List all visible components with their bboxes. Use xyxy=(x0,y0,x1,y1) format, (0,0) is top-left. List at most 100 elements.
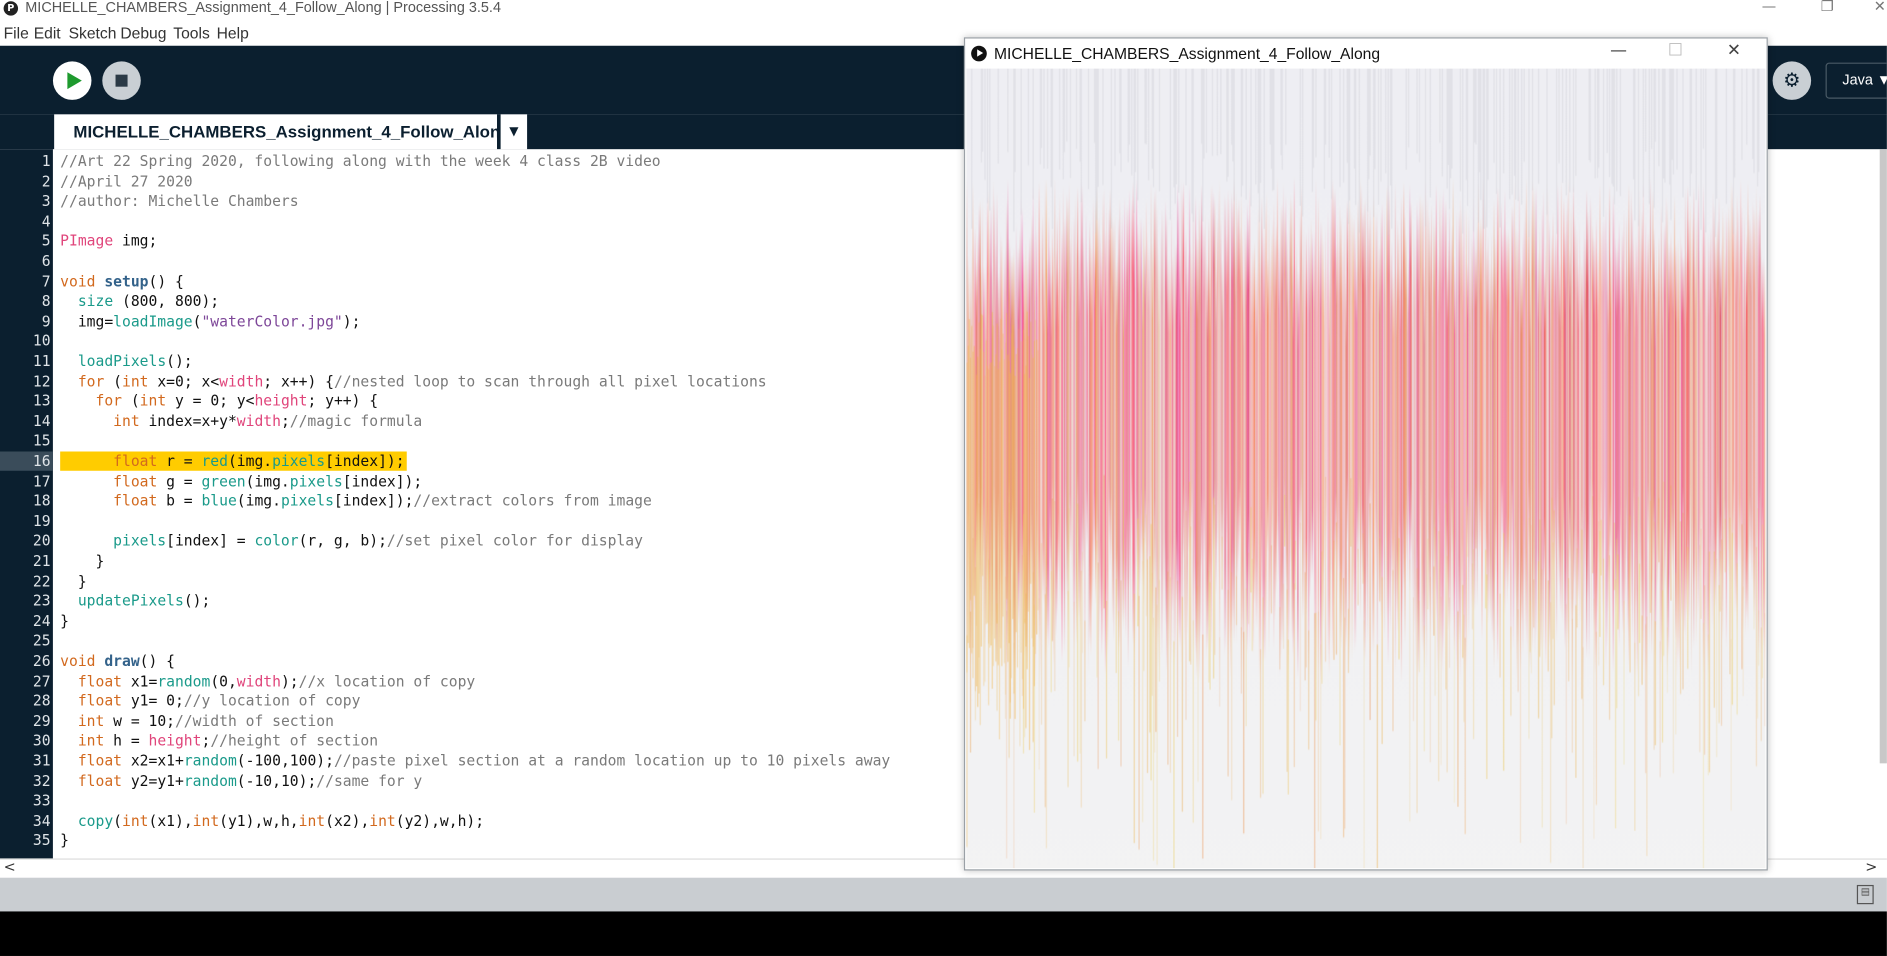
window-title: MICHELLE_CHAMBERS_Assignment_4_Follow_Al… xyxy=(25,0,501,16)
code-text: int h = height;//height of section xyxy=(77,732,379,750)
line-number: 3 xyxy=(41,192,51,210)
code-text: loadPixels(); xyxy=(77,352,193,370)
sketch-maximize-button[interactable]: ☐ xyxy=(1668,41,1683,60)
watercolor-glitch-canvas[interactable] xyxy=(966,68,1766,869)
line-number: 12 xyxy=(32,372,51,390)
menu-debug[interactable]: Debug xyxy=(120,24,166,42)
code-text: float y1= 0;//y location of copy xyxy=(77,692,361,710)
code-text: copy(int(x1),int(y1),w,h,int(x2),int(y2)… xyxy=(77,812,485,830)
line-number: 1 xyxy=(41,152,51,170)
menu-file[interactable]: File xyxy=(4,24,29,42)
sketch-window-title: MICHELLE_CHAMBERS_Assignment_4_Follow_Al… xyxy=(994,44,1381,63)
sketch-minimize-button[interactable]: — xyxy=(1610,41,1627,60)
line-number: 28 xyxy=(32,692,51,710)
code-text: PImage img; xyxy=(60,232,158,250)
line-number: 18 xyxy=(32,492,51,510)
tab-menu-button[interactable]: ▼ xyxy=(500,114,528,150)
line-number: 26 xyxy=(32,652,51,670)
code-text: void draw() { xyxy=(60,652,176,670)
code-text: size (800, 800); xyxy=(77,292,220,310)
status-bar: ▤ xyxy=(0,877,1887,912)
code-text: float g = green(img.pixels[index]); xyxy=(113,472,423,490)
line-number: 16 xyxy=(32,452,51,470)
code-text: int w = 10;//width of section xyxy=(77,712,334,730)
line-number: 7 xyxy=(41,272,51,290)
code-text: float x1=random(0,width);//x location of… xyxy=(77,672,476,690)
code-text: for (int y = 0; y<height; y++) { xyxy=(95,392,379,410)
debugger-button[interactable]: ⚙ xyxy=(1772,61,1812,100)
mode-selector[interactable]: Java ▼ xyxy=(1825,62,1887,99)
line-number: 30 xyxy=(32,732,51,750)
debugger-icon: ⚙ xyxy=(1783,68,1801,92)
line-number: 5 xyxy=(41,232,51,250)
line-number: 29 xyxy=(32,712,51,730)
menu-sketch[interactable]: Sketch xyxy=(69,24,117,42)
line-number: 21 xyxy=(32,552,51,570)
run-button[interactable] xyxy=(52,61,92,100)
code-text: } xyxy=(60,612,70,630)
line-number: 19 xyxy=(32,512,51,530)
line-number: 13 xyxy=(32,392,51,410)
processing-run-icon xyxy=(971,45,987,62)
line-number: 17 xyxy=(32,472,51,490)
code-text: //Art 22 Spring 2020, following along wi… xyxy=(60,152,661,170)
code-text: void setup() { xyxy=(60,272,184,290)
code-text: //author: Michelle Chambers xyxy=(60,192,299,210)
stop-icon xyxy=(115,74,128,87)
code-text: float b = blue(img.pixels[index]);//extr… xyxy=(113,492,652,510)
restore-button[interactable]: ❐ xyxy=(1821,0,1834,14)
play-icon xyxy=(67,72,82,90)
code-text: //April 27 2020 xyxy=(60,172,193,190)
line-number: 20 xyxy=(32,532,51,550)
line-number: 4 xyxy=(41,212,51,230)
line-number: 15 xyxy=(32,432,51,450)
line-number: 11 xyxy=(32,352,51,370)
taskbar-area xyxy=(0,911,1887,956)
code-text: pixels[index] = color(r, g, b);//set pix… xyxy=(113,532,643,550)
line-number: 14 xyxy=(32,412,51,430)
code-text: float x2=x1+random(-100,100);//paste pix… xyxy=(77,752,891,770)
line-number: 35 xyxy=(32,832,51,850)
vertical-scrollbar[interactable] xyxy=(1879,149,1887,764)
mode-label: Java ▼ xyxy=(1842,71,1887,88)
code-text: img=loadImage("waterColor.jpg"); xyxy=(60,312,361,330)
line-number: 33 xyxy=(32,792,51,810)
line-number: 34 xyxy=(32,812,51,830)
scroll-right-icon[interactable]: > xyxy=(1865,858,1877,875)
line-number: 32 xyxy=(32,772,51,790)
minimize-button[interactable]: — xyxy=(1762,0,1776,14)
scroll-left-icon[interactable]: < xyxy=(4,858,16,875)
code-text: updatePixels(); xyxy=(77,592,211,610)
chevron-down-icon: ▼ xyxy=(509,125,519,139)
tab-label: MICHELLE_CHAMBERS_Assignment_4_Follow_Al… xyxy=(73,121,511,141)
tab-sketch[interactable]: MICHELLE_CHAMBERS_Assignment_4_Follow_Al… xyxy=(54,114,511,150)
code-text: } xyxy=(60,832,70,850)
close-button[interactable]: ✕ xyxy=(1874,0,1886,14)
line-number: 24 xyxy=(32,612,51,630)
line-number: 23 xyxy=(32,592,51,610)
line-number: 6 xyxy=(41,252,51,270)
menu-tools[interactable]: Tools xyxy=(173,24,210,42)
line-number: 8 xyxy=(41,292,51,310)
code-text: } xyxy=(60,552,105,570)
stop-button[interactable] xyxy=(102,61,141,100)
console-icon[interactable]: ▤ xyxy=(1856,884,1874,905)
code-text: for (int x=0; x<width; x++) {//nested lo… xyxy=(77,372,767,390)
line-number: 22 xyxy=(32,572,51,590)
line-number: 10 xyxy=(32,332,51,350)
line-number: 9 xyxy=(41,312,51,330)
line-number: 2 xyxy=(41,172,51,190)
sketch-close-button[interactable]: ✕ xyxy=(1727,41,1741,60)
processing-icon: P xyxy=(3,1,19,16)
line-number: 25 xyxy=(32,632,51,650)
line-number: 31 xyxy=(32,752,51,770)
code-text: float y2=y1+random(-10,10);//same for y xyxy=(77,772,423,790)
line-number: 27 xyxy=(32,672,51,690)
window-titlebar: P MICHELLE_CHAMBERS_Assignment_4_Follow_… xyxy=(0,0,1887,20)
code-text: } xyxy=(60,572,87,590)
sketch-window[interactable]: MICHELLE_CHAMBERS_Assignment_4_Follow_Al… xyxy=(963,37,1768,871)
menu-help[interactable]: Help xyxy=(217,24,249,42)
code-text: int index=x+y*width;//magic formula xyxy=(113,412,423,430)
menu-edit[interactable]: Edit xyxy=(34,24,61,42)
code-text: float r = red(img.pixels[index]); xyxy=(113,452,405,470)
